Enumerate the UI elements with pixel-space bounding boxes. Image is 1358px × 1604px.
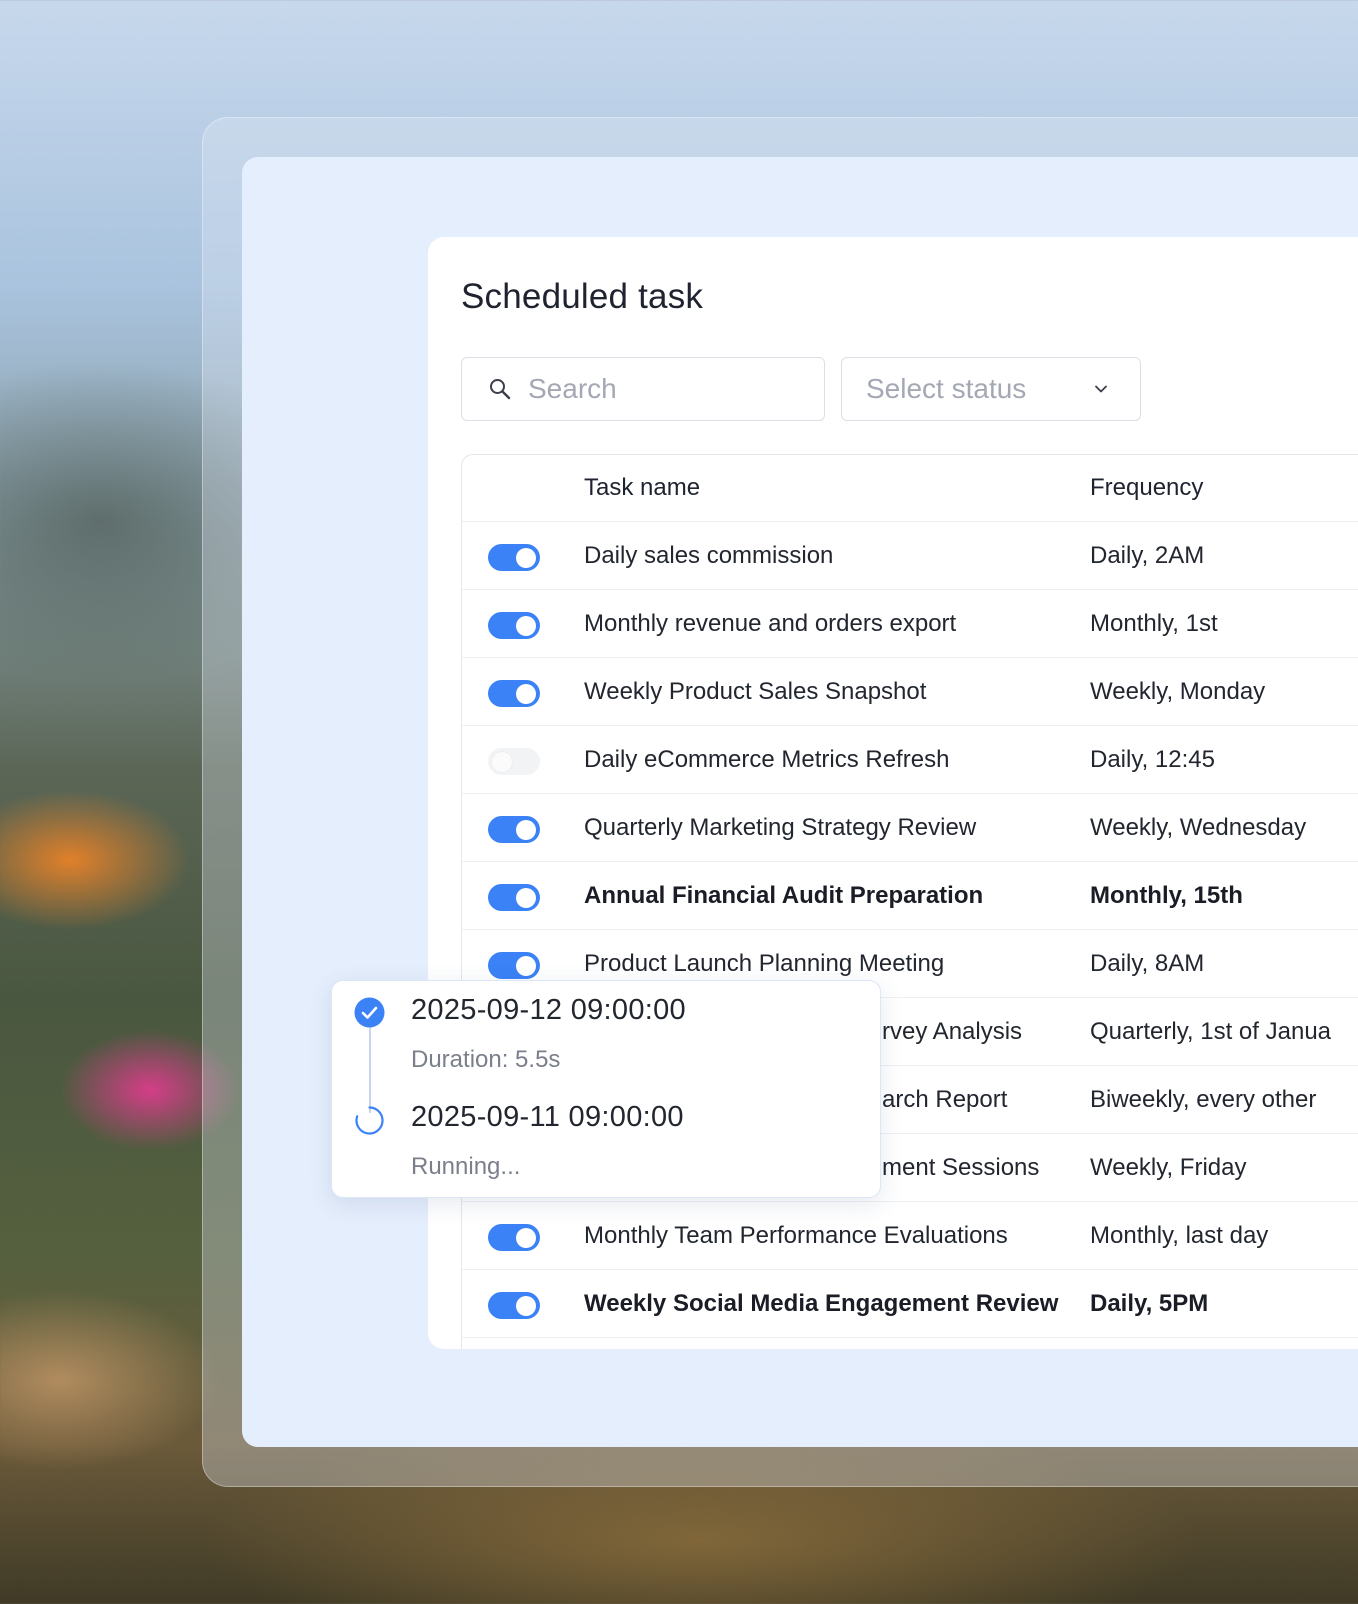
run-history-popover: 2025-09-12 09:00:00 Duration: 5.5s 2025-… (331, 980, 881, 1198)
search-field[interactable] (461, 357, 825, 421)
table-row: Quarterly Marketing Strategy Review Week… (462, 794, 1358, 862)
task-name-cell: Daily sales commission (584, 542, 834, 569)
table-header: Task name Frequency (462, 455, 1358, 522)
enable-toggle[interactable] (488, 612, 540, 639)
frequency-cell: Weekly, Friday (1090, 1154, 1247, 1181)
task-name-cell: Monthly Team Performance Evaluations (584, 1222, 1008, 1249)
enable-toggle[interactable] (488, 680, 540, 707)
table-row: Annual Financial Audit Preparation Month… (462, 862, 1358, 930)
table-row: Weekly Social Media Engagement Review Da… (462, 1270, 1358, 1338)
frequency-cell: Daily, 12:45 (1090, 746, 1215, 773)
frequency-cell: Daily, 5PM (1090, 1290, 1209, 1317)
task-name-cell: Weekly Product Sales Snapshot (584, 678, 927, 705)
search-input[interactable] (528, 373, 818, 405)
task-name-cell: Weekly Social Media Engagement Review (584, 1290, 1059, 1317)
chevron-down-icon (1095, 385, 1107, 393)
column-header-task-name[interactable]: Task name (584, 474, 700, 502)
table-row: Monthly Team Performance Evaluations Mon… (462, 1202, 1358, 1270)
spinner-icon (355, 1106, 384, 1135)
timeline-connector (369, 1025, 371, 1113)
run-duration: Duration: 5.5s (411, 1046, 561, 1073)
frequency-cell: Monthly, last day (1090, 1222, 1269, 1249)
frequency-cell: Weekly, Wednesday (1090, 814, 1307, 841)
task-name-cell: ment Sessions (882, 1154, 1040, 1181)
task-name-cell: arch Report (882, 1086, 1008, 1113)
table-row: Daily sales commission Daily, 2AM (462, 522, 1358, 590)
page-title: Scheduled task (461, 277, 704, 316)
frequency-cell: Quarterly, 1st of Janua (1090, 1018, 1332, 1045)
enable-toggle[interactable] (488, 544, 540, 571)
check-circle-icon (354, 997, 385, 1028)
run-timestamp: 2025-09-11 09:00:00 (411, 1101, 684, 1133)
frequency-cell: Daily, 8AM (1090, 950, 1205, 977)
run-status: Running... (411, 1153, 521, 1180)
frequency-cell: Monthly, 15th (1090, 882, 1243, 909)
task-table: Task name Frequency Daily sales commissi… (461, 454, 1358, 1349)
search-icon (490, 379, 511, 400)
run-timestamp: 2025-09-12 09:00:00 (411, 994, 686, 1026)
table-row: Daily eCommerce Metrics Refresh Daily, 1… (462, 726, 1358, 794)
enable-toggle[interactable] (488, 816, 540, 843)
frequency-cell: Biweekly, every other (1090, 1086, 1317, 1113)
enable-toggle[interactable] (488, 884, 540, 911)
frequency-cell: Weekly, Monday (1090, 678, 1266, 705)
column-header-frequency[interactable]: Frequency (1090, 474, 1203, 502)
status-select[interactable]: Select status (841, 357, 1141, 421)
task-name-cell: Daily eCommerce Metrics Refresh (584, 746, 950, 773)
enable-toggle[interactable] (488, 748, 540, 775)
frequency-cell: Monthly, 1st (1090, 610, 1218, 637)
table-row: Weekly Product Sales Snapshot Weekly, Mo… (462, 658, 1358, 726)
table-row: Monthly revenue and orders export Monthl… (462, 590, 1358, 658)
task-name-cell: Quarterly Marketing Strategy Review (584, 814, 977, 841)
enable-toggle[interactable] (488, 1292, 540, 1319)
task-name-cell: Annual Financial Audit Preparation (584, 882, 984, 909)
status-select-placeholder: Select status (866, 373, 1027, 404)
task-name-cell: rvey Analysis (882, 1018, 1023, 1045)
frequency-cell: Daily, 2AM (1090, 542, 1205, 569)
enable-toggle[interactable] (488, 952, 540, 979)
enable-toggle[interactable] (488, 1224, 540, 1251)
task-name-cell: Monthly revenue and orders export (584, 610, 957, 637)
